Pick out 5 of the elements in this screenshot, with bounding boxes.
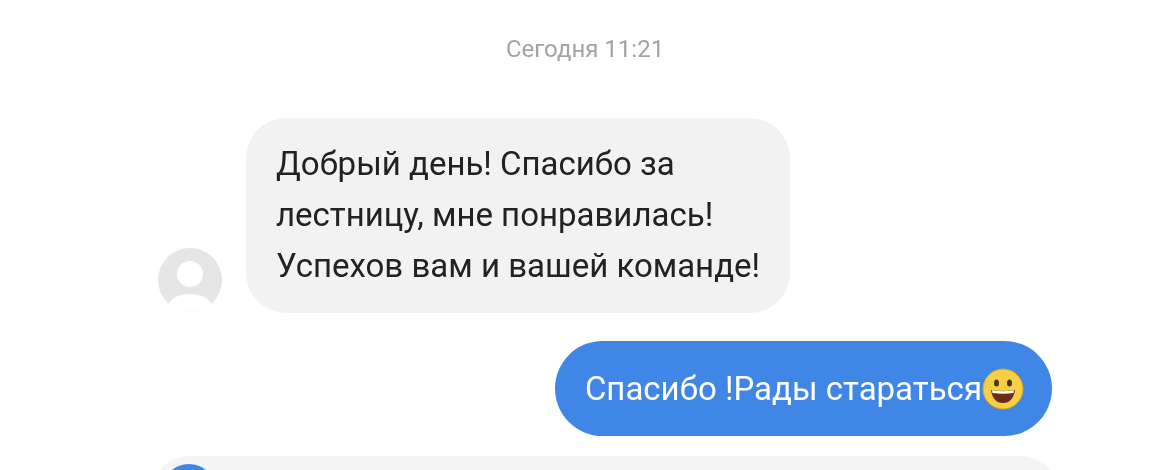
message-bubble: Добрый день! Спасибо за лестницу, мне понравилась! Успехов вам и вашей команде!: [246, 118, 791, 313]
avatar-icon: [157, 247, 223, 313]
message-bubble: Спасибо !Рады стараться: [554, 341, 1052, 436]
timestamp: Сегодня 11:21: [505, 34, 665, 64]
smiley-icon: [982, 367, 1024, 410]
